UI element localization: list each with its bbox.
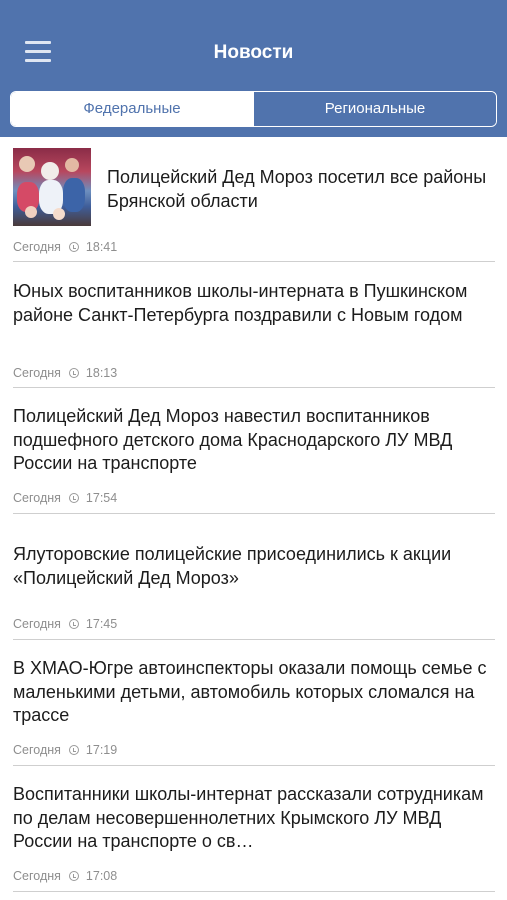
news-meta: Сегодня 17:45 (13, 616, 117, 632)
news-headline: Ялуторовские полицейские присоединились … (13, 544, 452, 588)
news-time: 17:54 (85, 491, 118, 505)
news-time: 17:45 (85, 617, 118, 631)
clock-icon (68, 619, 79, 629)
segment-bar: Федеральные Региональные (0, 80, 507, 137)
news-time: 17:19 (85, 743, 118, 757)
news-item[interactable]: Полицейский Дед Мороз посетил все районы… (13, 148, 495, 262)
news-date: Сегодня (13, 869, 61, 883)
news-meta: Сегодня 17:08 (13, 868, 117, 884)
news-item[interactable]: Юных воспитанников школы-интерната в Пуш… (13, 262, 495, 388)
clock-icon (68, 242, 79, 252)
news-meta: Сегодня 17:19 (13, 742, 117, 758)
news-date: Сегодня (13, 743, 61, 757)
news-headline: Юных воспитанников школы-интерната в Пуш… (13, 281, 468, 325)
clock-icon (68, 368, 79, 378)
clock-icon (68, 745, 79, 755)
news-segmented-control: Федеральные Региональные (10, 91, 497, 127)
news-item[interactable]: Ялуторовские полицейские присоединились … (13, 514, 495, 640)
clock-icon (68, 493, 79, 503)
page-title: Новости (213, 42, 294, 63)
news-headline: Воспитанники школы-интернат рассказали с… (13, 784, 484, 851)
app-header: Новости (0, 0, 507, 80)
news-time: 17:08 (85, 869, 118, 883)
news-meta: Сегодня 18:13 (13, 365, 117, 381)
tab-regional[interactable]: Региональные (253, 92, 496, 126)
news-headline: Полицейский Дед Мороз навестил воспитанн… (13, 406, 453, 473)
news-item[interactable]: Полицейский Дед Мороз навестил воспитанн… (13, 388, 495, 514)
news-headline: В ХМАО-Югре автоинспекторы оказали помощ… (13, 658, 487, 725)
news-date: Сегодня (13, 617, 61, 631)
tab-federal[interactable]: Федеральные (11, 92, 253, 126)
news-headline: Полицейский Дед Мороз посетил все районы… (107, 167, 487, 211)
news-thumbnail (13, 148, 91, 226)
news-time: 18:13 (85, 366, 118, 380)
news-date: Сегодня (13, 366, 61, 380)
news-date: Сегодня (13, 240, 61, 254)
clock-icon (68, 871, 79, 881)
news-time: 18:41 (85, 240, 118, 254)
news-date: Сегодня (13, 491, 61, 505)
news-meta: Сегодня 17:54 (13, 490, 117, 506)
news-item[interactable]: Воспитанники школы-интернат рассказали с… (13, 766, 495, 892)
news-meta: Сегодня 18:41 (13, 239, 117, 255)
news-item[interactable]: В ХМАО-Югре автоинспекторы оказали помощ… (13, 640, 495, 766)
